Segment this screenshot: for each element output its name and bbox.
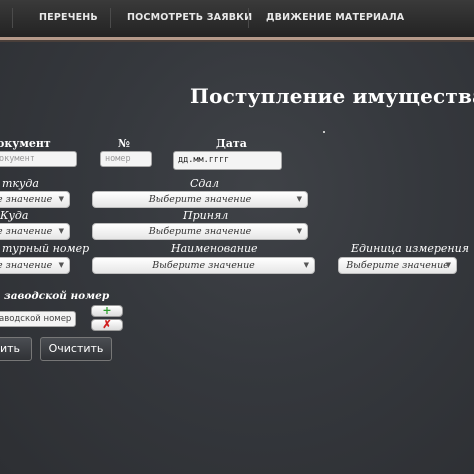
chevron-down-icon: ▼ (445, 261, 451, 269)
inventory-number-select[interactable]: е значение ▼ (0, 257, 70, 274)
to-select[interactable]: е значение ▼ (0, 223, 70, 240)
document-input[interactable]: окумент (0, 151, 77, 167)
name-select[interactable]: Выберите значение ▼ (92, 257, 315, 274)
serial-number-label: заводской номер (4, 290, 110, 302)
name-select-value: Выберите значение (152, 260, 255, 271)
chevron-down-icon: ▼ (303, 261, 309, 269)
inventory-number-select-value: е значение (0, 260, 53, 271)
document-label: окумент (0, 137, 51, 150)
nav-item-material-movement[interactable]: ДВИЖЕНИЕ МАТЕРИАЛА (266, 12, 404, 23)
page-title: Поступление имущества (190, 84, 474, 108)
serial-number-input[interactable]: аводской номер (0, 311, 76, 327)
accepted-label: Принял (183, 209, 229, 222)
navbar-shadow-line (0, 40, 474, 42)
nav-separator (12, 8, 13, 28)
app-screen: ПЕРЕЧЕНЬ ПОСМОТРЕТЬ ЗАЯВКИ ДВИЖЕНИЕ МАТЕ… (0, 0, 474, 474)
handed-over-select-value: Выберите значение (148, 194, 252, 205)
chevron-down-icon: ▼ (58, 195, 64, 203)
add-row-button[interactable]: + (91, 305, 123, 317)
submit-button[interactable]: ить (0, 337, 32, 361)
from-select[interactable]: е значение ▼ (0, 191, 70, 208)
chevron-down-icon: ▼ (58, 227, 64, 235)
chevron-down-icon: ▼ (296, 195, 302, 203)
nav-separator (248, 8, 249, 28)
clear-button[interactable]: Очистить (40, 337, 112, 361)
chevron-down-icon: ▼ (296, 227, 302, 235)
unit-select-value: Выберите значение (346, 260, 449, 271)
to-select-value: е значение (0, 226, 53, 237)
number-label: № (118, 137, 130, 150)
nav-item-view-requests[interactable]: ПОСМОТРЕТЬ ЗАЯВКИ (127, 12, 252, 23)
from-select-value: е значение (0, 194, 53, 205)
from-label: ткуда (2, 177, 39, 190)
name-label: Наименование (171, 242, 258, 255)
unit-select[interactable]: Выберите значение ▼ (338, 257, 457, 274)
accepted-select-value: Выберите значение (148, 226, 252, 237)
date-label: Дата (216, 137, 247, 150)
number-input[interactable]: номер (100, 151, 152, 167)
decorative-dot (323, 131, 325, 133)
inventory-number-label: турный номер (2, 242, 90, 255)
x-icon: ✗ (102, 318, 112, 331)
remove-row-button[interactable]: ✗ (91, 319, 123, 331)
handed-over-label: Сдал (190, 177, 219, 190)
chevron-down-icon: ▼ (58, 261, 64, 269)
nav-item-list[interactable]: ПЕРЕЧЕНЬ (39, 12, 98, 23)
date-input[interactable]: дд.мм.гггг (173, 151, 282, 170)
handed-over-select[interactable]: Выберите значение ▼ (92, 191, 308, 208)
to-label: Куда (0, 209, 29, 222)
unit-label: Единица измерения (351, 242, 470, 255)
plus-icon: + (102, 304, 112, 317)
nav-separator (110, 8, 111, 28)
accepted-select[interactable]: Выберите значение ▼ (92, 223, 308, 240)
